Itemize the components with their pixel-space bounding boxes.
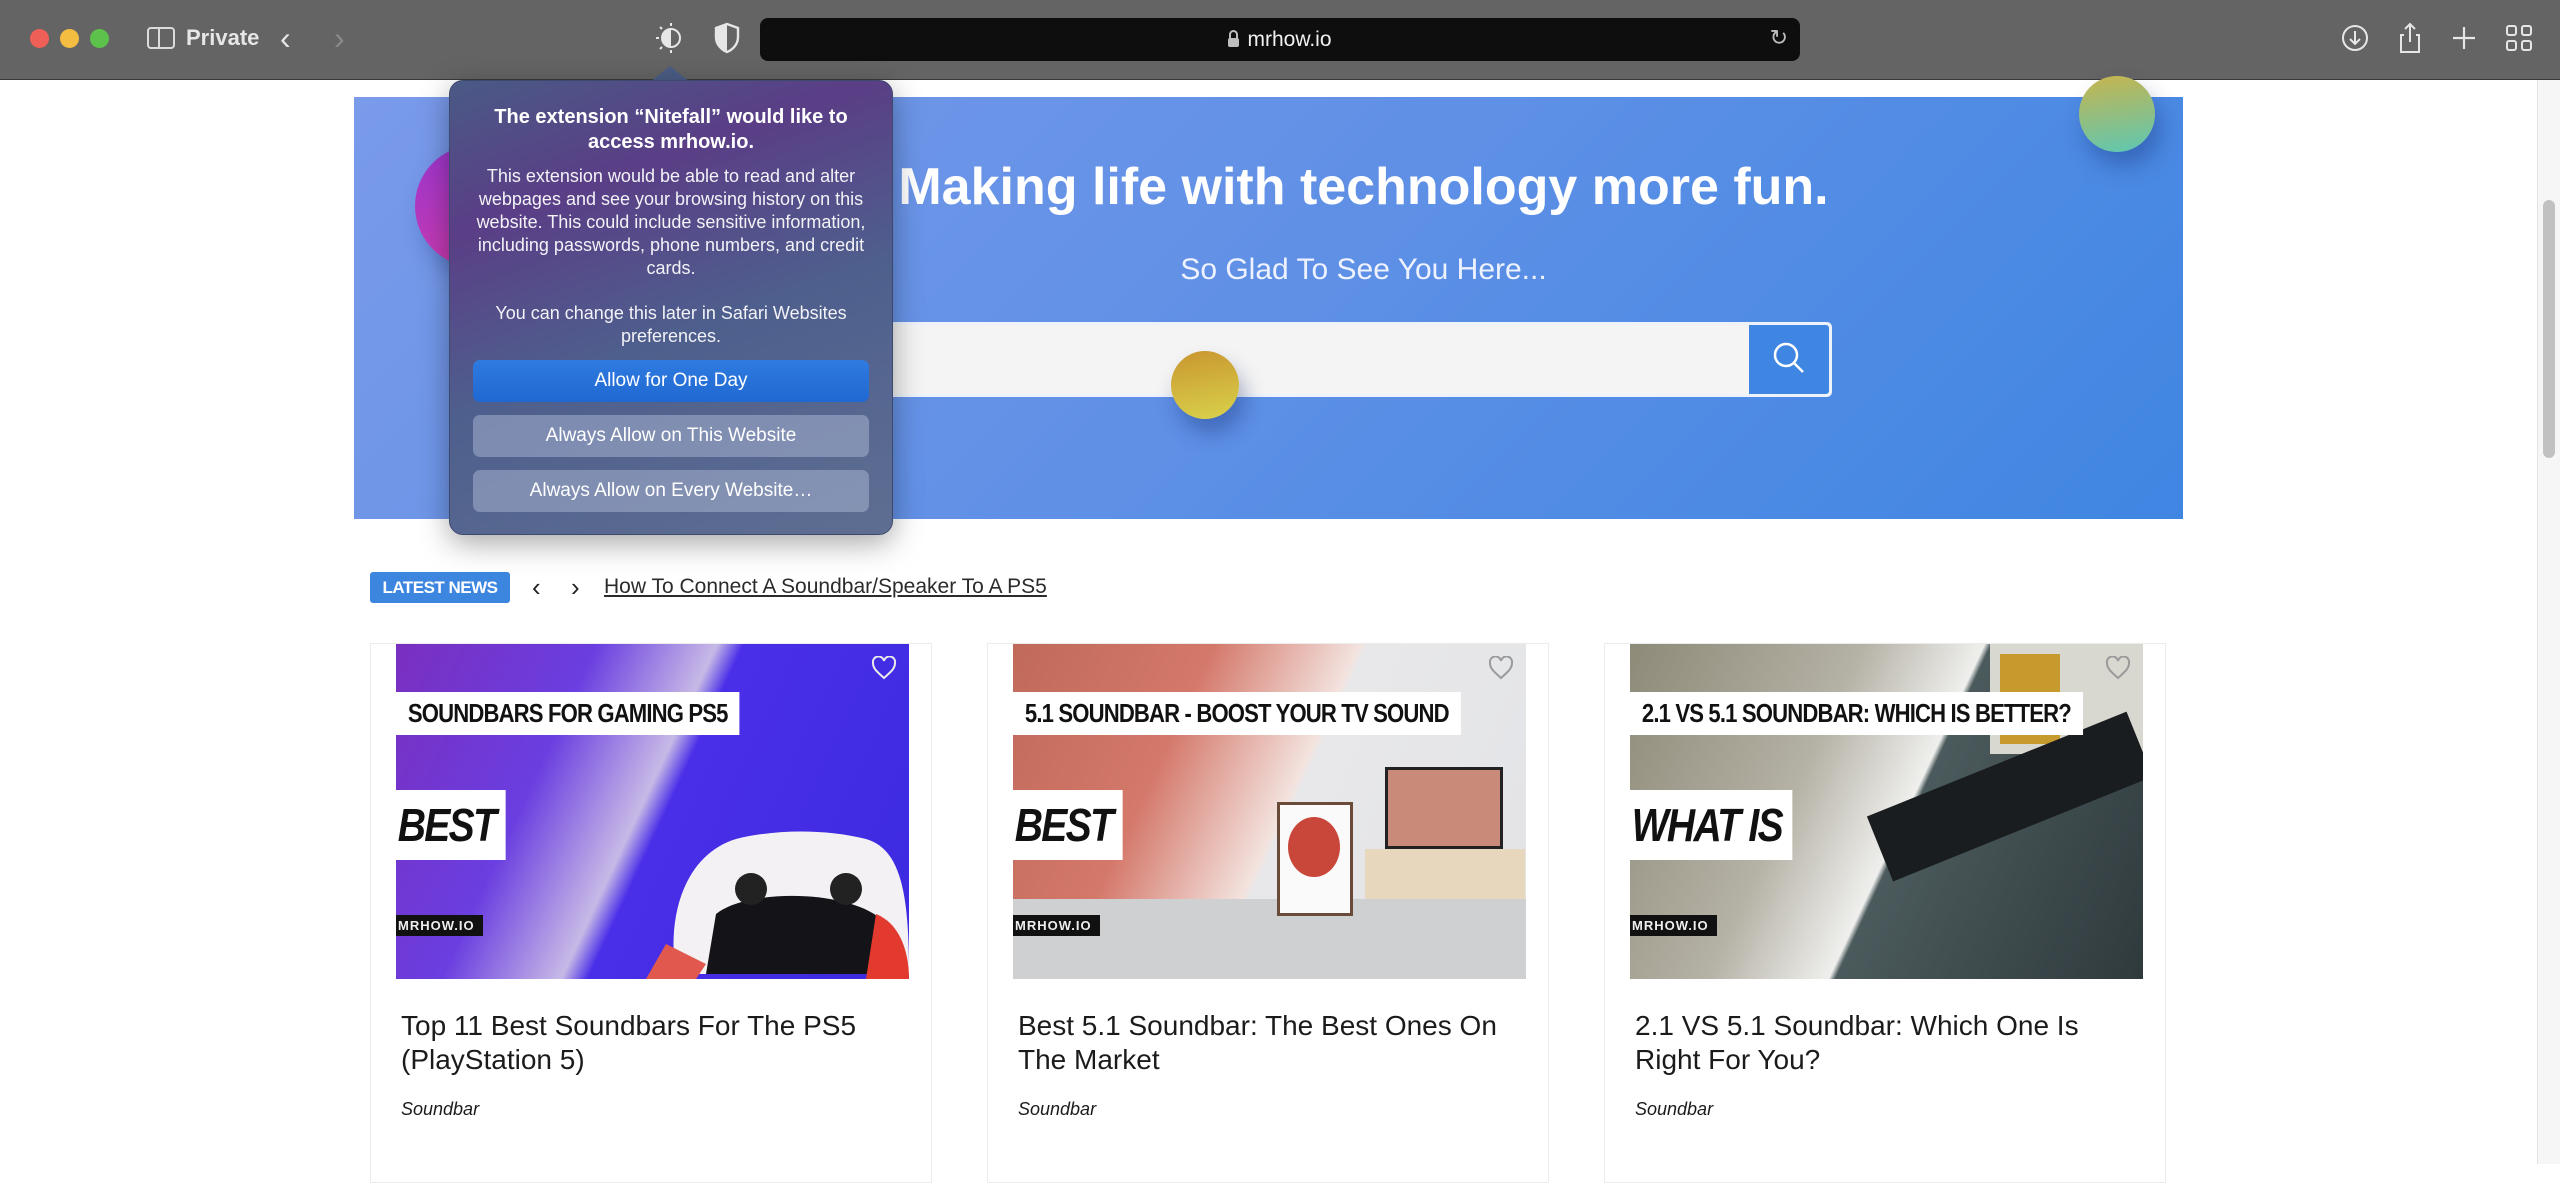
- download-icon[interactable]: [2339, 22, 2371, 54]
- heart-icon[interactable]: [871, 656, 897, 680]
- controller-illustration: [646, 831, 909, 979]
- art-frame: [1277, 802, 1353, 916]
- private-mode-label: Private: [186, 25, 260, 50]
- popup-body: This extension would be able to read and…: [476, 166, 866, 278]
- article-category[interactable]: Soundbar: [1635, 1099, 1713, 1120]
- grid-icon[interactable]: [2503, 22, 2535, 54]
- always-allow-every-website-button[interactable]: Always Allow on Every Website…: [473, 470, 869, 512]
- lock-icon: [1228, 30, 1240, 47]
- chevron-left-icon[interactable]: ‹: [280, 20, 291, 57]
- address-bar[interactable]: mrhow.io ↻: [760, 18, 1800, 61]
- tv-stand: [1365, 849, 1525, 899]
- article-card[interactable]: 2.1 VS 5.1 SOUNDBAR: WHICH IS BETTER? WH…: [1604, 643, 2166, 1183]
- close-window-button[interactable]: [30, 29, 49, 48]
- search-input[interactable]: [877, 325, 1747, 394]
- decorative-circle: [1171, 351, 1239, 419]
- thumbnail-heading: 2.1 VS 5.1 SOUNDBAR: WHICH IS BETTER?: [1630, 692, 2083, 735]
- always-allow-this-website-button[interactable]: Always Allow on This Website: [473, 415, 869, 457]
- sidebar-icon[interactable]: [147, 27, 175, 49]
- article-title[interactable]: 2.1 VS 5.1 Soundbar: Which One Is Right …: [1635, 1009, 2125, 1077]
- article-title[interactable]: Best 5.1 Soundbar: The Best Ones On The …: [1018, 1009, 1508, 1077]
- thumbnail-brand: MRHOW.IO: [396, 915, 483, 936]
- allow-one-day-button[interactable]: Allow for One Day: [473, 360, 869, 402]
- article-category[interactable]: Soundbar: [401, 1099, 479, 1120]
- search-button[interactable]: [1749, 325, 1829, 394]
- heart-icon[interactable]: [1488, 656, 1514, 680]
- zoom-window-button[interactable]: [90, 29, 109, 48]
- article-card[interactable]: 5.1 SOUNDBAR - BOOST YOUR TV SOUND BEST …: [987, 643, 1549, 1183]
- site-search: [874, 322, 1832, 397]
- thumbnail-heading: 5.1 SOUNDBAR - BOOST YOUR TV SOUND: [1013, 692, 1461, 735]
- share-icon[interactable]: [2394, 22, 2426, 54]
- thumbnail-heading: SOUNDBARS FOR GAMING PS5: [396, 692, 740, 735]
- article-title[interactable]: Top 11 Best Soundbars For The PS5 (PlayS…: [401, 1009, 891, 1077]
- search-icon: [1773, 342, 1804, 373]
- popup-title: The extension “Nitefall” would like to a…: [494, 106, 848, 153]
- chevron-right-icon[interactable]: ›: [334, 20, 345, 57]
- decorative-circle: [2079, 76, 2155, 152]
- thumbnail-tag: BEST: [1013, 790, 1123, 860]
- article-card[interactable]: SOUNDBARS FOR GAMING PS5 BEST MRHOW.IO T…: [370, 643, 932, 1183]
- thumbnail-brand: MRHOW.IO: [1630, 915, 1717, 936]
- address-url[interactable]: mrhow.io: [1247, 28, 1331, 51]
- thumbnail-brand: MRHOW.IO: [1013, 915, 1100, 936]
- extension-permission-popup: The extension “Nitefall” would like to a…: [449, 80, 893, 535]
- article-thumbnail[interactable]: 2.1 VS 5.1 SOUNDBAR: WHICH IS BETTER? WH…: [1630, 644, 2143, 979]
- latest-news-link[interactable]: How To Connect A Soundbar/Speaker To A P…: [604, 575, 1047, 599]
- latest-news-badge: LATEST NEWS: [370, 572, 510, 603]
- browser-toolbar: Private ‹ › mrhow.io ↻: [0, 0, 2560, 80]
- page-scrollbar[interactable]: [2537, 80, 2560, 1164]
- popup-note: You can change this later in Safari Webs…: [495, 303, 847, 346]
- plus-icon[interactable]: [2448, 22, 2480, 54]
- article-thumbnail[interactable]: 5.1 SOUNDBAR - BOOST YOUR TV SOUND BEST …: [1013, 644, 1526, 979]
- scrollbar-thumb[interactable]: [2543, 200, 2555, 458]
- half-sun-icon[interactable]: [655, 22, 687, 54]
- chevron-left-icon[interactable]: ‹: [532, 572, 541, 603]
- tv-illustration: [1385, 767, 1503, 849]
- shield-icon[interactable]: [714, 22, 740, 54]
- thumbnail-tag: WHAT IS: [1630, 790, 1793, 860]
- article-thumbnail[interactable]: SOUNDBARS FOR GAMING PS5 BEST MRHOW.IO: [396, 644, 909, 979]
- thumbnail-tag: BEST: [396, 790, 506, 860]
- chevron-right-icon[interactable]: ›: [571, 572, 580, 603]
- minimize-window-button[interactable]: [60, 29, 79, 48]
- reload-icon[interactable]: ↻: [1770, 25, 1788, 51]
- heart-icon[interactable]: [2105, 656, 2131, 680]
- article-category[interactable]: Soundbar: [1018, 1099, 1096, 1120]
